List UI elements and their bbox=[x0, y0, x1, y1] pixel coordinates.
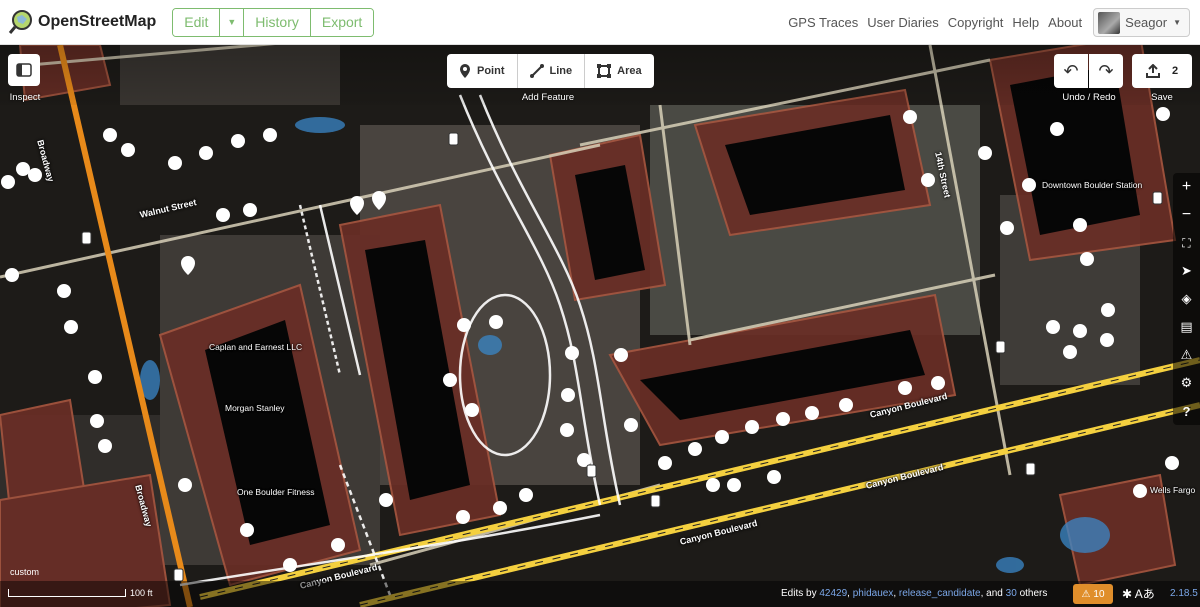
area-label: Area bbox=[617, 65, 642, 77]
scale-label: 100 ft bbox=[130, 588, 153, 598]
user-link-3[interactable]: release_candidate bbox=[899, 588, 981, 599]
nav-about[interactable]: About bbox=[1048, 15, 1082, 30]
avatar bbox=[1098, 11, 1121, 34]
undo-icon: ↶ bbox=[1063, 60, 1079, 81]
osm-logo[interactable]: OpenStreetMap bbox=[8, 9, 156, 35]
user-gear-icon: ⚙ bbox=[1180, 375, 1193, 390]
nav-user-diaries[interactable]: User Diaries bbox=[867, 15, 939, 30]
map-data-pane-button[interactable]: ▤ bbox=[1173, 313, 1200, 341]
zoom-in-button[interactable]: + bbox=[1173, 173, 1200, 201]
location-arrow-icon: ➤ bbox=[1181, 263, 1192, 278]
issues-pane-button[interactable]: ⚠ bbox=[1173, 341, 1200, 369]
issues-count-button[interactable]: ⚠ 10 bbox=[1073, 584, 1113, 604]
point-label: Point bbox=[477, 65, 505, 77]
poi-label-fitness[interactable]: One Boulder Fitness bbox=[237, 487, 314, 497]
geolocate-button[interactable]: ➤ bbox=[1173, 257, 1200, 285]
undo-button[interactable]: ↶ bbox=[1054, 54, 1088, 88]
redo-icon: ↷ bbox=[1098, 60, 1114, 81]
secondary-nav: GPS Traces User Diaries Copyright Help A… bbox=[779, 8, 1190, 37]
frame-icon: ⛶ bbox=[1182, 235, 1191, 250]
plus-icon: + bbox=[1181, 178, 1192, 195]
save-label: Save bbox=[1151, 92, 1173, 103]
preferences-pane-button[interactable]: ⚙ bbox=[1173, 369, 1200, 397]
nav-copyright[interactable]: Copyright bbox=[948, 15, 1004, 30]
minus-icon: − bbox=[1181, 206, 1192, 223]
user-link-2[interactable]: phidauex bbox=[853, 588, 894, 599]
background-pane-button[interactable]: ◈ bbox=[1173, 285, 1200, 313]
add-area-button[interactable]: Area bbox=[585, 54, 653, 88]
scale-bar[interactable] bbox=[8, 589, 126, 597]
help-icon: ? bbox=[1182, 403, 1191, 419]
site-header: OpenStreetMap Edit ▼ History Export GPS … bbox=[0, 0, 1200, 45]
map-controls: + − ⛶ ➤ ◈ ▤ ⚠ ⚙ ? bbox=[1173, 173, 1200, 425]
warning-icon: ⚠ bbox=[1081, 588, 1091, 600]
save-count: 2 bbox=[1171, 65, 1179, 77]
edits-prefix: Edits by bbox=[781, 588, 817, 599]
add-feature-label: Add Feature bbox=[521, 92, 575, 103]
help-pane-button[interactable]: ? bbox=[1173, 397, 1200, 425]
edit-attribution: Edits by 42429, phidauex, release_candid… bbox=[781, 588, 1048, 599]
poi-label-station[interactable]: Downtown Boulder Station bbox=[1042, 180, 1142, 190]
add-feature-group: Point Line Area bbox=[447, 54, 654, 88]
nav-gps-traces[interactable]: GPS Traces bbox=[788, 15, 858, 30]
osm-logo-icon bbox=[8, 10, 32, 34]
map-footer: custom 100 ft Edits by 42429, phidauex, … bbox=[0, 567, 1200, 607]
zoom-out-button[interactable]: − bbox=[1173, 201, 1200, 229]
poi-label-morgan[interactable]: Morgan Stanley bbox=[225, 403, 285, 413]
user-link-1[interactable]: 42429 bbox=[819, 588, 847, 599]
inspect-button[interactable] bbox=[8, 54, 40, 86]
logo-text: OpenStreetMap bbox=[38, 13, 157, 30]
inspect-label: Inspect bbox=[9, 92, 41, 103]
user-menu-chevron-icon: ▼ bbox=[1173, 18, 1181, 27]
aerial-imagery bbox=[0, 45, 1200, 607]
others-label: others bbox=[1019, 588, 1048, 599]
save-button[interactable]: 2 bbox=[1132, 54, 1192, 88]
zoom-to-selection-button[interactable]: ⛶ bbox=[1173, 229, 1200, 257]
issues-count: 10 bbox=[1093, 588, 1105, 600]
redo-button[interactable]: ↷ bbox=[1089, 54, 1123, 88]
history-button[interactable]: History bbox=[244, 8, 311, 36]
warning-icon: ⚠ bbox=[1180, 347, 1193, 362]
add-line-button[interactable]: Line bbox=[518, 54, 586, 88]
line-label: Line bbox=[549, 65, 573, 77]
map-data-icon: ▤ bbox=[1180, 319, 1193, 334]
point-icon bbox=[460, 64, 470, 78]
poi-label-wells[interactable]: Wells Fargo bbox=[1150, 485, 1195, 495]
edit-button[interactable]: Edit bbox=[173, 8, 221, 36]
add-point-button[interactable]: Point bbox=[447, 54, 518, 88]
username: Seagor bbox=[1125, 15, 1168, 30]
report-bug-icon[interactable]: ✱ Aあ bbox=[1122, 585, 1155, 602]
version-label[interactable]: 2.18.5 bbox=[1170, 588, 1198, 599]
nav-help[interactable]: Help bbox=[1012, 15, 1039, 30]
area-icon bbox=[597, 64, 612, 78]
export-button[interactable]: Export bbox=[310, 8, 374, 36]
map-canvas[interactable]: Broadway Broadway Walnut Street 14th Str… bbox=[0, 45, 1200, 607]
imagery-source-label: custom bbox=[10, 567, 40, 577]
line-icon bbox=[529, 64, 544, 78]
others-count-link[interactable]: 30 bbox=[1006, 588, 1017, 599]
upload-icon bbox=[1145, 64, 1160, 78]
user-menu-button[interactable]: Seagor ▼ bbox=[1093, 8, 1190, 37]
sidebar-toggle-icon bbox=[16, 63, 32, 77]
edit-dropdown-chevron-icon[interactable]: ▼ bbox=[220, 8, 245, 36]
and-label: , and bbox=[980, 588, 1003, 599]
edit-button-group: Edit ▼ History Export bbox=[172, 7, 375, 37]
poi-label-caplan[interactable]: Caplan and Earnest LLC bbox=[209, 342, 302, 352]
layers-icon: ◈ bbox=[1181, 291, 1192, 306]
undo-redo-label: Undo / Redo bbox=[1062, 92, 1116, 103]
